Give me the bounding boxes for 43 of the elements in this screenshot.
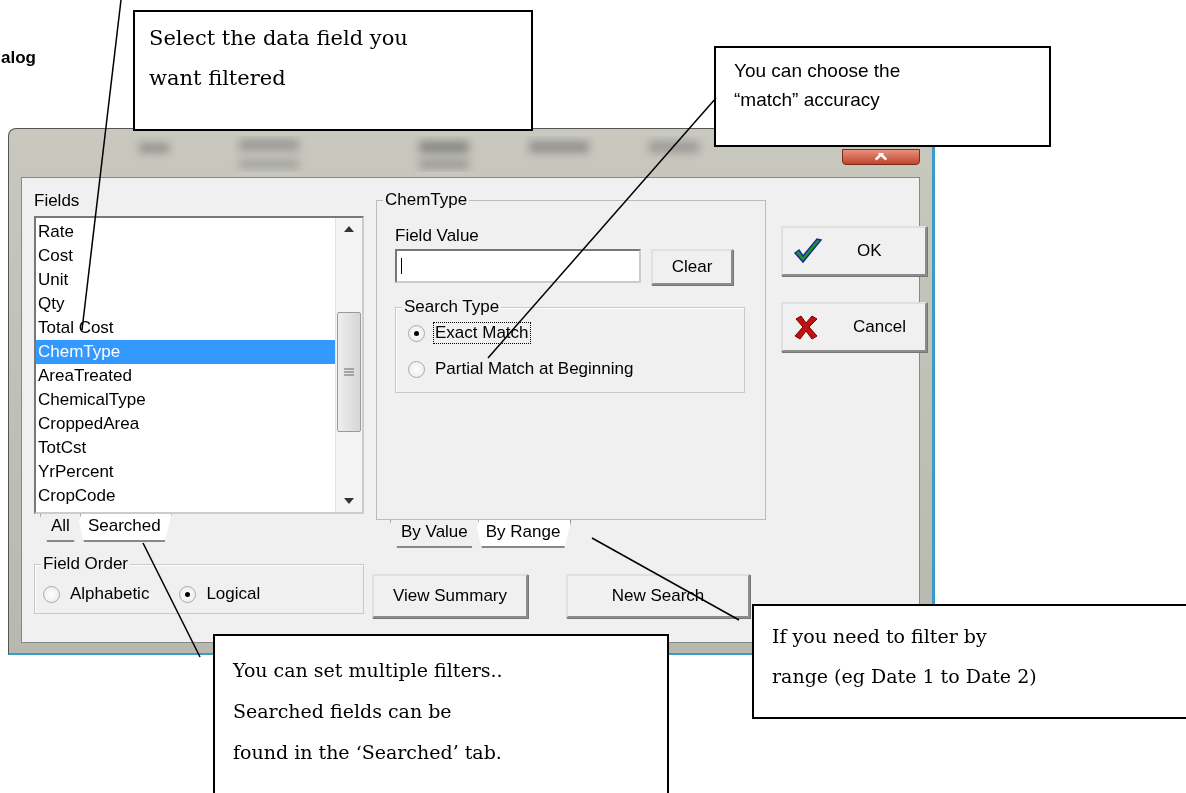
radio-label[interactable]: Alphabetic [68, 583, 152, 605]
x-icon [793, 314, 819, 340]
tab[interactable]: By Value [390, 520, 479, 548]
radio-button[interactable] [408, 324, 425, 342]
list-item[interactable]: Cost [36, 244, 335, 268]
input-field[interactable] [395, 249, 641, 283]
list-item[interactable]: YrPercent [36, 460, 335, 484]
list-item[interactable]: Total Cost [36, 316, 335, 340]
scroll-thumb[interactable] [337, 312, 361, 432]
radio-label[interactable]: Logical [204, 583, 263, 605]
fields-label: Fields [34, 190, 81, 212]
fields-list[interactable]: Rate Cost Unit Qty Total Cost ChemType AreaTreated ChemicalType CroppedArea TotCst YrPercent CropCode [34, 216, 364, 514]
list-item[interactable]: AreaTreated [36, 364, 335, 388]
radio-label[interactable]: Partial Match at Beginning [433, 358, 636, 380]
dialog-button[interactable]: Cancel [781, 302, 927, 352]
list-item[interactable]: CroppedArea [36, 412, 335, 436]
group-title: ChemType [383, 190, 470, 210]
up-arrow-icon [344, 226, 354, 232]
list-item[interactable]: CropCode [36, 484, 335, 508]
callout-note: Select the data field you want filtered [133, 10, 533, 131]
list-item[interactable]: Unit [36, 268, 335, 292]
action-button[interactable]: View Summary [372, 574, 528, 618]
field-value-label: Field Value [395, 226, 479, 245]
radio-button[interactable] [43, 585, 60, 603]
heading: alog [1, 48, 36, 68]
dialog-button[interactable]: OK [781, 226, 927, 276]
list-item[interactable]: Rate [36, 220, 335, 244]
checkmark-icon [793, 237, 823, 265]
down-arrow-icon [344, 498, 354, 504]
group-title: Search Type [402, 297, 502, 317]
list-item[interactable]: ChemicalType [36, 388, 335, 412]
grip-icon [344, 368, 354, 376]
list-item[interactable]: Qty [36, 292, 335, 316]
clear-button[interactable]: Clear [651, 249, 733, 285]
radio-button[interactable] [179, 585, 197, 603]
scrollbar[interactable] [335, 218, 362, 512]
callout-note: If you need to filter by range (eg Date 1 to Date 2) [752, 604, 1186, 719]
tab[interactable]: All [40, 514, 81, 542]
list-item[interactable]: TotCst [36, 436, 335, 460]
callout-note: You can choose the “match” accuracy [714, 46, 1051, 147]
callout-note: You can set multiple filters.. Searched fields can be found in the ‘Searched’ tab. [213, 634, 669, 793]
radio-button[interactable] [408, 360, 425, 378]
close-button[interactable] [842, 149, 920, 165]
